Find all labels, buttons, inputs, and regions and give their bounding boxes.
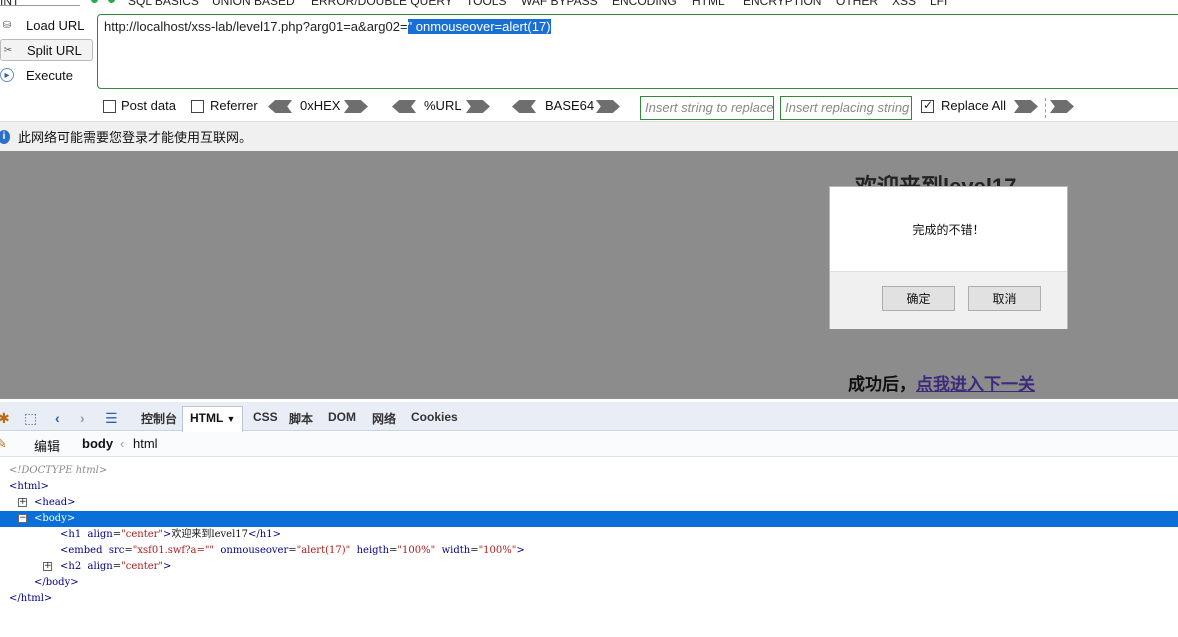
menu-item-error-double-query[interactable]: ERROR/DOUBLE QUERY	[311, 0, 453, 8]
url-text: http://localhost/xss-lab/level17.php?arg…	[104, 19, 408, 34]
url-decode-arrow-icon[interactable]	[392, 100, 416, 113]
notification-bar[interactable]: i 此网络可能需要您登录才能使用互联网。	[0, 121, 1178, 151]
base64-label: BASE64	[545, 98, 595, 113]
hackbar: ⛁ Load URL ✂ Split URL ▸ Execute http://…	[0, 8, 1178, 120]
menu-item-tools[interactable]: TOOLS	[466, 0, 506, 8]
back-icon[interactable]: ‹	[55, 410, 60, 426]
edit-icon: ✎	[0, 436, 7, 451]
play-icon: ▸	[0, 68, 14, 82]
tree-html-close: </html>	[9, 593, 53, 604]
url-selected-text: " onmouseover=alert(17)	[407, 19, 551, 34]
scissors-icon: ✂	[3, 44, 13, 56]
url-encode-arrow-icon[interactable]	[466, 100, 490, 113]
url-textarea[interactable]: http://localhost/xss-lab/level17.php?arg…	[97, 14, 1178, 89]
expand-icon[interactable]: +	[18, 498, 27, 507]
menu-item-encryption[interactable]: ENCRYPTION	[743, 0, 821, 8]
replace-all-checkbox[interactable]	[921, 98, 934, 113]
tree-body-close: </body>	[34, 577, 79, 588]
menu-item-other[interactable]: OTHER	[836, 0, 878, 8]
page-viewport: 欢迎来到level17 成功后，点我进入下一关 完成的不错！ 确定 取消	[0, 151, 1178, 399]
tree-html-open[interactable]: <html>	[0, 479, 1178, 495]
tree-body-open[interactable]: − <body>	[0, 511, 1178, 527]
execute-label: Execute	[26, 67, 73, 83]
referrer-label: Referrer	[210, 98, 258, 113]
menu-int-select[interactable]: INT	[0, 0, 80, 8]
breadcrumb-separator-icon: ‹	[120, 436, 125, 451]
chevron-down-icon: ▼	[226, 414, 236, 424]
tab-html-label: HTML	[190, 411, 224, 425]
breadcrumb-body[interactable]: body	[82, 436, 113, 451]
hex-decode-arrow-icon[interactable]	[268, 100, 292, 113]
info-icon: i	[0, 129, 10, 144]
notification-text: 此网络可能需要您登录才能使用互联网。	[18, 130, 253, 145]
hex-encode-arrow-icon[interactable]	[344, 100, 368, 113]
tree-doctype: <!DOCTYPE html>	[9, 465, 108, 476]
url-encode-label: %URL	[424, 98, 462, 113]
tab-console[interactable]: 控制台	[141, 410, 177, 427]
menu-item-union-based[interactable]: UNION BASED	[212, 0, 295, 8]
hex-label: 0xHEX	[300, 98, 341, 113]
collapse-icon[interactable]: −	[18, 514, 27, 523]
replace-next-arrow-icon[interactable]	[1050, 100, 1074, 113]
devtools-panel: ✱ ⬚ ‹ › ☰ 控制台 HTML ▼ CSS 脚本 DOM 网络 Cooki…	[0, 399, 1178, 637]
tab-network[interactable]: 网络	[372, 410, 396, 427]
menu-item-waf-bypass[interactable]: WAF BYPASS	[521, 0, 598, 8]
next-level-link[interactable]: 点我进入下一关	[916, 375, 1035, 394]
dialog-buttons: 确定 取消	[830, 271, 1067, 329]
referrer-checkbox[interactable]	[191, 100, 204, 113]
split-url-label: Split URL	[27, 42, 82, 58]
menu-item-xss[interactable]: XSS	[892, 0, 916, 8]
expand-icon[interactable]: +	[43, 562, 52, 571]
forward-icon[interactable]: ›	[80, 410, 85, 426]
tab-css[interactable]: CSS	[253, 410, 278, 424]
load-url-icon: ⛁	[2, 19, 12, 31]
breadcrumb: ✎ 编辑 body ‹ html	[0, 432, 1178, 457]
menu-item-html[interactable]: HTML	[692, 0, 725, 8]
post-data-label: Post data	[121, 98, 176, 113]
menu-item-lfi[interactable]: LFI	[930, 0, 947, 8]
tree-h2[interactable]: + <h2 align="center">	[0, 559, 1178, 575]
page-subtitle: 成功后，点我进入下一关	[848, 370, 1035, 395]
hackbar-options-row: Post data Referrer 0xHEX %URL BASE64 Ins…	[0, 96, 1178, 120]
top-menu: INT SQL BASICS UNION BASED ERROR/DOUBLE …	[0, 0, 1178, 8]
alert-dialog: 完成的不错！ 确定 取消	[829, 186, 1068, 329]
menu-item-encoding[interactable]: ENCODING	[612, 0, 677, 8]
tab-dom[interactable]: DOM	[328, 410, 356, 424]
tab-script[interactable]: 脚本	[289, 410, 313, 427]
inspect-icon[interactable]: ⬚	[24, 410, 37, 427]
replacing-string-input[interactable]: Insert replacing string	[780, 96, 912, 120]
load-url-button[interactable]: ⛁ Load URL	[0, 14, 85, 36]
menu-item-sql-basics[interactable]: SQL BASICS	[128, 0, 199, 8]
edit-button[interactable]: 编辑	[34, 436, 60, 455]
execute-button[interactable]: ▸ Execute	[0, 64, 73, 86]
status-dot-icon	[108, 0, 115, 3]
breadcrumb-html[interactable]: html	[133, 436, 158, 451]
tree-embed[interactable]: <embed src="xsf01.swf?a="" onmouseover="…	[0, 543, 1178, 559]
devtools-tabbar: ✱ ⬚ ‹ › ☰ 控制台 HTML ▼ CSS 脚本 DOM 网络 Cooki…	[0, 402, 1178, 432]
separator	[1045, 98, 1046, 118]
tree-h1[interactable]: <h1 align="center">欢迎来到level17</h1>	[0, 527, 1178, 543]
tab-cookies[interactable]: Cookies	[411, 410, 458, 424]
ok-button[interactable]: 确定	[882, 286, 955, 311]
menu-item-int: INT	[0, 0, 20, 8]
replace-arrow-icon[interactable]	[1014, 100, 1038, 113]
replace-all-label: Replace All	[941, 98, 1007, 113]
base64-encode-arrow-icon[interactable]	[596, 100, 620, 113]
post-data-checkbox[interactable]	[103, 100, 116, 113]
command-line-icon[interactable]: ☰	[105, 410, 118, 427]
status-dot-icon	[91, 0, 98, 3]
replace-string-input[interactable]: Insert string to replace	[640, 96, 774, 120]
split-url-button[interactable]: ✂ Split URL	[0, 39, 93, 61]
tree-head[interactable]: + <head>	[0, 495, 1178, 511]
load-url-label: Load URL	[26, 17, 85, 33]
cancel-button[interactable]: 取消	[968, 286, 1041, 311]
firebug-icon[interactable]: ✱	[0, 410, 10, 427]
base64-decode-arrow-icon[interactable]	[512, 100, 536, 113]
dialog-message: 完成的不错！	[912, 222, 985, 237]
tab-html[interactable]: HTML ▼	[182, 406, 244, 432]
subtitle-prefix: 成功后，	[848, 375, 916, 394]
